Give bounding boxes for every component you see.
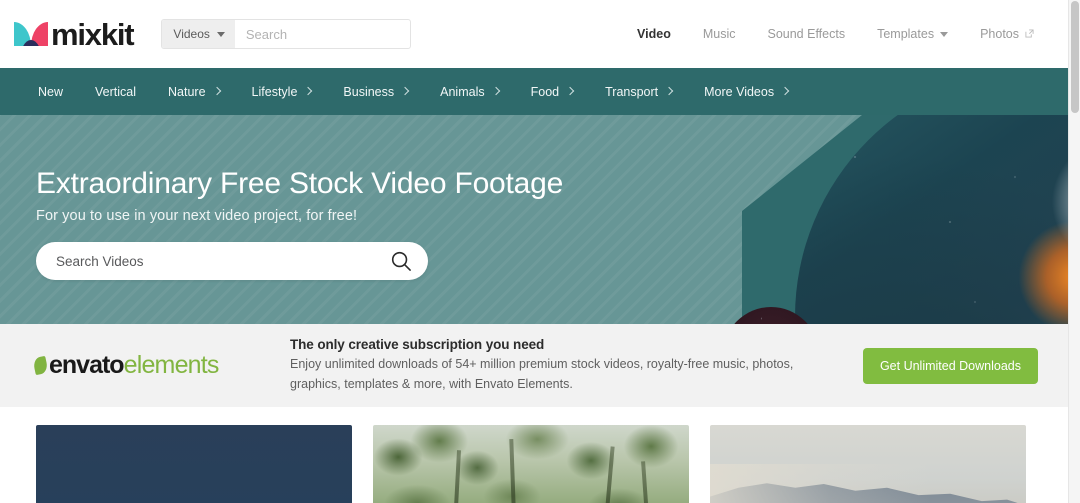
site-header: mixkit Videos Video <box>0 0 1068 68</box>
search-icon <box>391 251 411 271</box>
thumbnail-tree-trunk <box>641 460 656 503</box>
chevron-down-icon <box>940 31 949 37</box>
category-label: New <box>38 84 64 99</box>
mixkit-logo-text: mixkit <box>51 17 135 52</box>
vertical-scrollbar[interactable] <box>1068 0 1080 503</box>
header-nav-music-label: Music <box>702 27 736 41</box>
mixkit-logo-mark-icon <box>14 20 48 48</box>
hero-photo-rain-dark <box>723 307 819 324</box>
leaf-icon <box>32 355 49 376</box>
hero-content: Extraordinary Free Stock Video Footage F… <box>0 115 1068 280</box>
header-nav-photos-label: Photos <box>980 27 1019 41</box>
get-unlimited-downloads-button[interactable]: Get Unlimited Downloads <box>862 347 1038 384</box>
category-nav-item-business[interactable]: Business <box>327 85 424 99</box>
hero-search-bar[interactable] <box>36 242 428 280</box>
thumbnail-tree-trunk <box>509 439 520 503</box>
envato-promo-headline: The only creative subscription you need <box>290 337 545 353</box>
category-nav-item-food[interactable]: Food <box>515 85 590 99</box>
header-nav-sound-effects[interactable]: Sound Effects <box>751 27 861 41</box>
video-thumbnail-grid <box>0 407 1068 503</box>
envato-promo-copy: The only creative subscription you need … <box>290 337 820 394</box>
category-nav-item-lifestyle[interactable]: Lifestyle <box>236 85 328 99</box>
vertical-scrollbar-thumb[interactable] <box>1071 1 1079 113</box>
thumbnail-haze <box>710 464 1026 503</box>
video-thumbnail-card[interactable] <box>710 425 1026 503</box>
header-search-bar[interactable]: Videos <box>161 19 412 49</box>
category-label: Animals <box>440 84 485 99</box>
chevron-right-icon <box>565 86 575 96</box>
envato-promo-body-line2: templates & more, with Envato Elements. <box>344 376 573 391</box>
category-label: Nature <box>168 84 206 99</box>
video-thumbnail-card[interactable] <box>373 425 689 503</box>
page-content: mixkit Videos Video <box>0 0 1068 503</box>
hero-title: Extraordinary Free Stock Video Footage <box>36 167 564 200</box>
browser-viewport: mixkit Videos Video <box>0 0 1080 503</box>
chevron-right-icon <box>212 86 221 96</box>
hero-image-small-circle <box>723 307 819 324</box>
category-nav-item-transport[interactable]: Transport <box>589 85 688 99</box>
header-nav-photos[interactable]: Photos <box>964 27 1050 41</box>
category-label: Vertical <box>95 84 137 99</box>
header-search-type-label: Videos <box>173 27 210 41</box>
category-label: Food <box>530 84 560 99</box>
envato-logo-light: elements <box>123 351 220 379</box>
category-label: More Videos <box>704 84 775 99</box>
header-search-input[interactable] <box>234 20 411 48</box>
thumbnail-tree-trunk <box>448 450 461 503</box>
mixkit-logo[interactable]: mixkit <box>14 17 135 52</box>
header-search-type-selector[interactable]: Videos <box>162 20 235 48</box>
category-nav-item-more-videos[interactable]: More Videos <box>688 85 804 99</box>
hero-search-input[interactable] <box>56 253 388 269</box>
chevron-right-icon <box>780 86 790 96</box>
category-nav-item-nature[interactable]: Nature <box>152 85 236 99</box>
chevron-right-icon <box>400 86 410 96</box>
chevron-right-icon <box>491 86 500 96</box>
category-label: Business <box>343 84 395 99</box>
envato-logo-bold: envato <box>49 351 125 379</box>
thumbnail-tree-trunk <box>597 446 616 503</box>
header-nav-templates[interactable]: Templates <box>861 27 964 41</box>
header-nav-video-label: Video <box>637 27 671 41</box>
envato-promo-body: Enjoy unlimited downloads of 54+ million… <box>290 355 820 394</box>
header-nav-video[interactable]: Video <box>621 27 687 41</box>
chevron-right-icon <box>664 86 674 96</box>
chevron-right-icon <box>304 86 313 96</box>
envato-promo-banner: envato elements The only creative subscr… <box>0 324 1068 407</box>
header-nav-sound-effects-label: Sound Effects <box>767 27 846 41</box>
hero-subtitle: For you to use in your next video projec… <box>36 208 358 224</box>
category-nav: New Vertical Nature Lifestyle Business A… <box>0 68 1068 115</box>
header-nav-templates-label: Templates <box>877 27 935 41</box>
chevron-down-icon <box>216 31 225 37</box>
category-label: Transport <box>605 84 659 99</box>
category-nav-item-new[interactable]: New <box>22 85 79 99</box>
header-primary-nav: Video Music Sound Effects Templates Phot… <box>621 27 1068 41</box>
category-nav-item-animals[interactable]: Animals <box>424 85 514 99</box>
category-label: Lifestyle <box>251 84 298 99</box>
external-link-icon <box>1025 27 1034 41</box>
hero-search-button[interactable] <box>388 248 414 274</box>
header-nav-music[interactable]: Music <box>687 27 752 41</box>
hero-banner: Extraordinary Free Stock Video Footage F… <box>0 115 1068 324</box>
category-nav-item-vertical[interactable]: Vertical <box>79 85 152 99</box>
envato-elements-logo[interactable]: envato elements <box>32 351 250 380</box>
video-thumbnail-card[interactable] <box>36 425 352 503</box>
